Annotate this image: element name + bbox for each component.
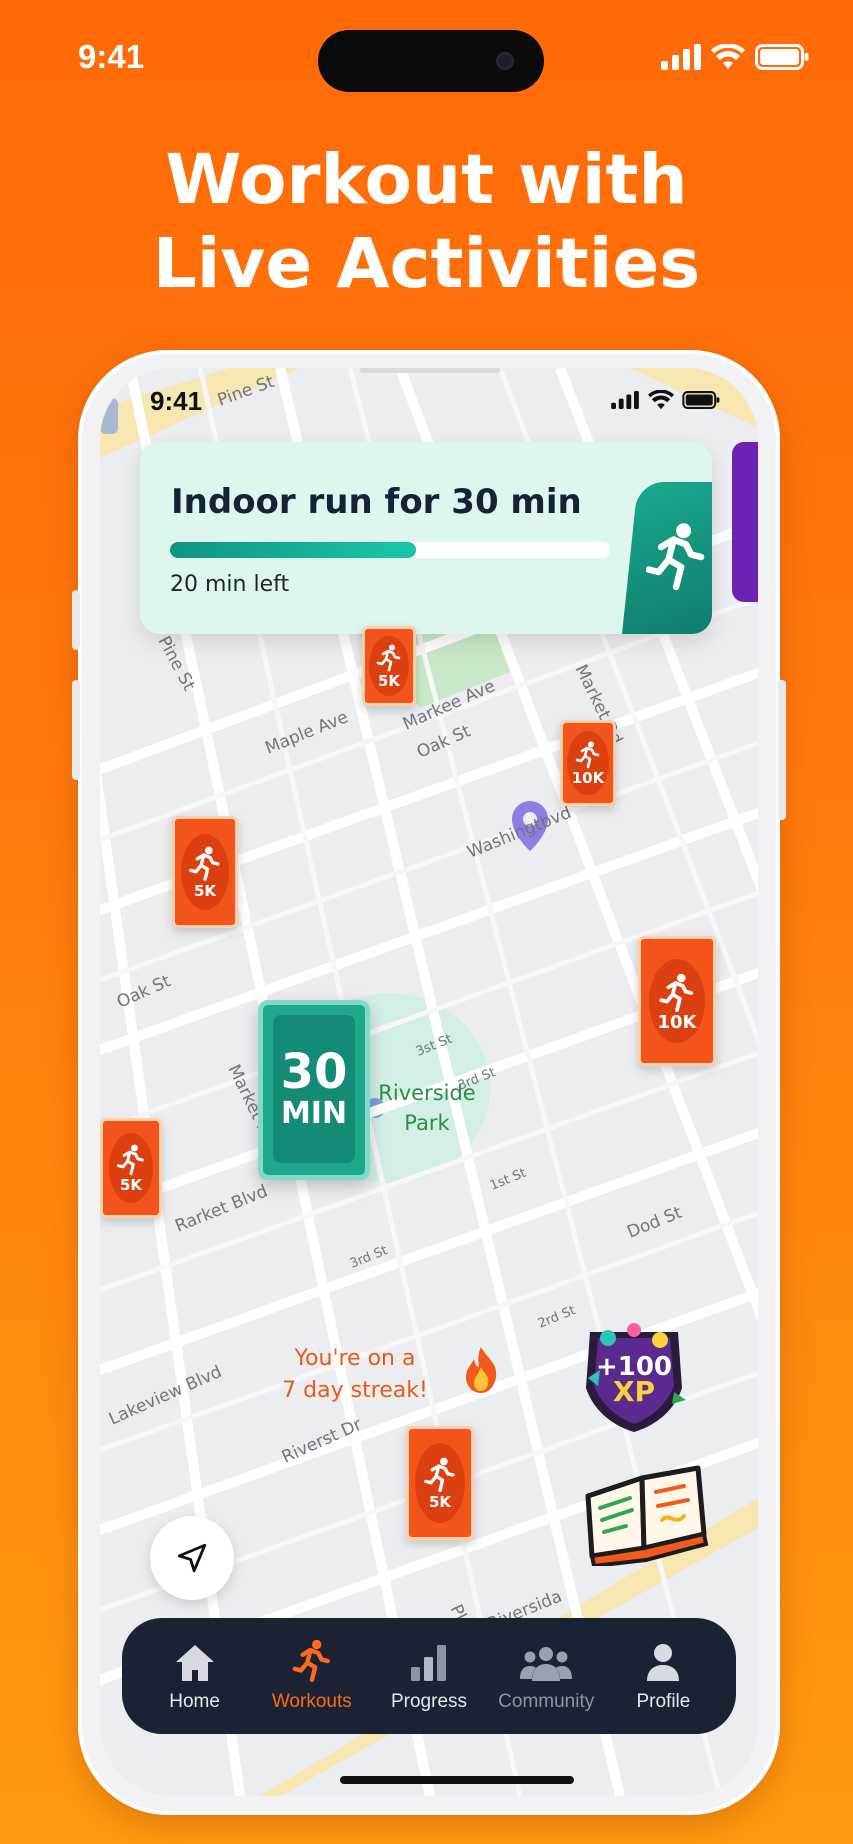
live-activity-card[interactable]: Indoor run for 30 min 20 min left	[140, 442, 712, 634]
pin-badge: 5K	[369, 636, 409, 696]
featured-workout-unit: MIN	[280, 1096, 348, 1131]
route-pin-5k[interactable]: 5K	[100, 1118, 162, 1218]
tab-profile-label: Profile	[636, 1691, 691, 1712]
inner-clock: 9:41	[150, 386, 203, 416]
route-pin-10k[interactable]: 10K	[638, 936, 716, 1066]
pin-badge: 5K	[109, 1133, 153, 1203]
pin-distance: 5K	[377, 671, 401, 690]
featured-workout-value: 30	[280, 1044, 348, 1100]
pin-badge: 5K	[415, 1443, 465, 1523]
streak-line-1: You're on a	[294, 1346, 416, 1371]
side-button	[72, 680, 80, 780]
home-icon	[175, 1645, 214, 1681]
runner-icon	[646, 523, 705, 591]
phone-frame: Pine St Pine St Maple Ave Markee Ave Oak…	[72, 350, 786, 1815]
route-pin-5k[interactable]: 5K	[362, 626, 416, 706]
outer-clock: 9:41	[78, 38, 145, 75]
battery-icon	[755, 44, 809, 70]
screen-edge	[360, 368, 500, 373]
side-button	[72, 590, 80, 650]
pin-badge: 5K	[181, 834, 229, 910]
runner-icon	[292, 1639, 330, 1683]
camera-icon	[496, 52, 514, 70]
pin-badge: 10K	[649, 959, 705, 1043]
pin-distance: 5K	[119, 1175, 143, 1194]
phone-screen: Pine St Pine St Maple Ave Markee Ave Oak…	[100, 368, 758, 1796]
streak-message: You're on a 7 day streak!	[250, 1343, 460, 1407]
pin-distance: 5K	[193, 881, 217, 900]
dynamic-island	[318, 30, 544, 92]
runner-icon	[189, 846, 220, 881]
runner-icon	[424, 1457, 455, 1492]
tab-progress-label: Progress	[390, 1691, 468, 1712]
secondary-activity-tab[interactable]	[732, 442, 758, 602]
headline: Workout with Live Activities	[0, 138, 853, 306]
route-pin-5k[interactable]: 5K	[406, 1426, 474, 1540]
recenter-location-button[interactable]	[150, 1516, 234, 1600]
runner-icon	[116, 1144, 144, 1175]
wifi-icon	[648, 390, 674, 410]
outer-status-icons	[661, 44, 809, 70]
home-indicator[interactable]	[340, 1776, 574, 1784]
people-icon	[520, 1647, 573, 1681]
person-icon	[647, 1644, 680, 1681]
xp-unit: XP	[612, 1375, 656, 1408]
book-sticker-icon	[585, 1465, 709, 1566]
live-activity-progress-fill	[170, 542, 417, 558]
side-button	[778, 680, 786, 820]
inner-status-icons	[610, 390, 720, 410]
bar-chart-icon	[411, 1645, 446, 1681]
streak-line-2: 7 day streak!	[282, 1378, 428, 1403]
tab-home-label: Home	[169, 1691, 220, 1712]
park-label-line-1: Riverside	[378, 1081, 476, 1105]
headline-line-2: Live Activities	[152, 224, 701, 304]
tab-workouts[interactable]: Workouts	[253, 1639, 370, 1713]
cellular-signal-icon	[611, 391, 639, 409]
live-activity-title: Indoor run for 30 min	[171, 482, 582, 522]
wifi-icon	[711, 44, 745, 69]
live-activity-time-left: 20 min left	[170, 572, 290, 597]
runner-icon	[575, 741, 600, 768]
live-activity-runner-panel	[622, 482, 712, 634]
navigation-arrow-icon	[177, 1543, 207, 1573]
runner-icon	[376, 644, 401, 671]
park-label-line-2: Park	[404, 1111, 450, 1135]
tab-home[interactable]: Home	[136, 1639, 253, 1713]
tab-community[interactable]: Community	[488, 1639, 605, 1713]
featured-workout-badge: 30 MIN	[273, 1015, 355, 1163]
pin-distance: 10K	[657, 1011, 697, 1033]
tab-community-label: Community	[498, 1691, 595, 1712]
tab-profile[interactable]: Profile	[605, 1639, 722, 1713]
headline-line-1: Workout with	[165, 140, 688, 220]
tab-progress[interactable]: Progress	[370, 1639, 487, 1713]
pin-badge: 10K	[567, 731, 609, 795]
live-activity-progress	[170, 542, 610, 558]
runner-icon	[659, 973, 694, 1012]
route-pin-5k[interactable]: 5K	[172, 816, 238, 928]
fire-icon	[466, 1347, 497, 1393]
cellular-signal-icon	[661, 44, 701, 70]
pin-distance: 10K	[571, 768, 605, 787]
route-pin-10k[interactable]: 10K	[560, 720, 616, 806]
xp-reward-badge[interactable]: +100 XP	[578, 1318, 690, 1436]
battery-icon	[682, 391, 720, 409]
park-label: Riverside Park	[352, 1078, 502, 1138]
tab-workouts-label: Workouts	[271, 1691, 352, 1712]
outer-status-bar: 9:41	[0, 0, 853, 120]
pin-distance: 5K	[428, 1492, 452, 1511]
tab-bar: Home Workouts Progress Community Profile	[122, 1618, 736, 1734]
